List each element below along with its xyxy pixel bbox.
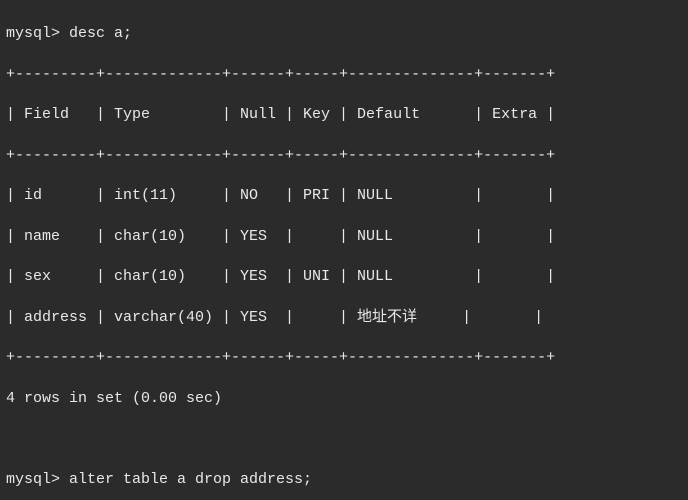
mysql-prompt: mysql>	[6, 471, 69, 488]
table1-border-bot: +---------+-------------+------+-----+--…	[6, 348, 682, 368]
table1-header: | Field | Type | Null | Key | Default | …	[6, 105, 682, 125]
command-alter: alter table a drop address;	[69, 471, 312, 488]
prompt-line-2[interactable]: mysql> alter table a drop address;	[6, 470, 682, 490]
terminal-output: mysql> desc a; +---------+-------------+…	[0, 0, 688, 500]
table1-border-top: +---------+-------------+------+-----+--…	[6, 65, 682, 85]
command-desc-1: desc a;	[69, 25, 132, 42]
table1-border-mid: +---------+-------------+------+-----+--…	[6, 146, 682, 166]
prompt-line-1[interactable]: mysql> desc a;	[6, 24, 682, 44]
summary-1: 4 rows in set (0.00 sec)	[6, 389, 682, 409]
table1-row-name: | name | char(10) | YES | | NULL | |	[6, 227, 682, 247]
table1-row-id: | id | int(11) | NO | PRI | NULL | |	[6, 186, 682, 206]
table1-row-address: | address | varchar(40) | YES | | 地址不详 |…	[6, 308, 682, 328]
mysql-prompt: mysql>	[6, 25, 69, 42]
blank-1	[6, 429, 682, 449]
table1-row-sex: | sex | char(10) | YES | UNI | NULL | |	[6, 267, 682, 287]
